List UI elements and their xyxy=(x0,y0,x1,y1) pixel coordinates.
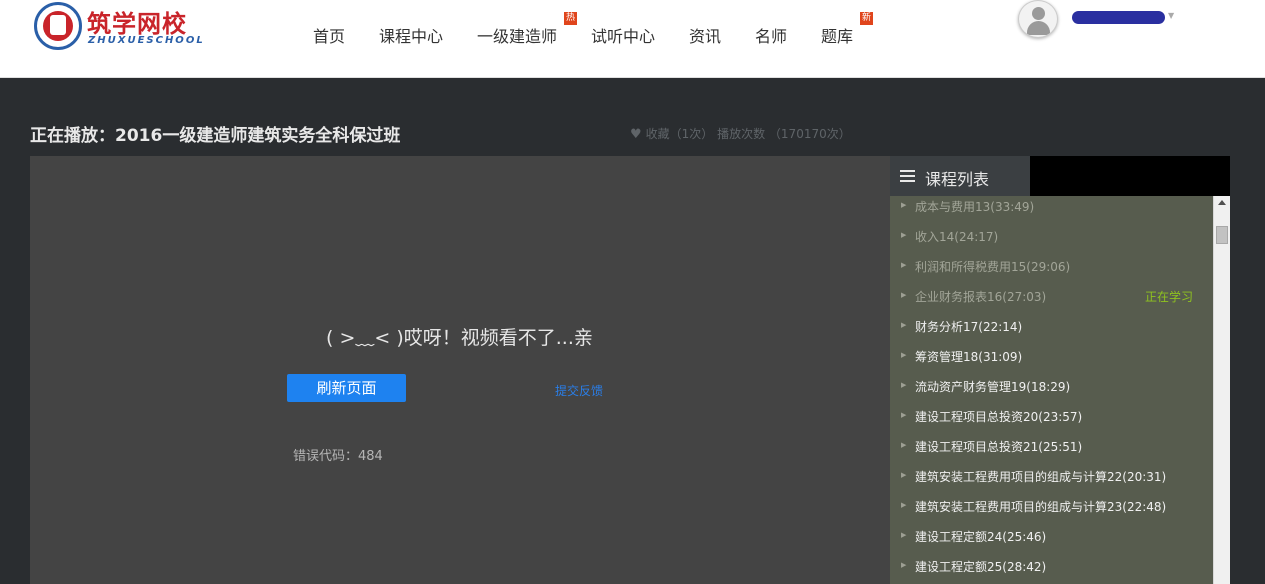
list-item-label: 建设工程项目总投资20(23:57) xyxy=(915,410,1083,424)
menu-icon xyxy=(900,170,915,182)
heart-icon[interactable]: ♥ xyxy=(630,127,642,142)
list-item[interactable]: ▶ 收入14(24:17) xyxy=(890,223,1212,253)
play-arrow-icon: ▶ xyxy=(901,321,907,329)
play-arrow-icon: ▶ xyxy=(901,291,907,299)
play-arrow-icon: ▶ xyxy=(901,351,907,359)
nav-item-constructor[interactable]: 一级建造师 xyxy=(477,23,557,47)
nav-item-home[interactable]: 首页 xyxy=(313,23,345,47)
stats-text: 收藏（1次） 播放次数 （170170次） xyxy=(645,127,851,141)
list-item[interactable]: ▶ 成本与费用13(33:49) xyxy=(890,196,1212,223)
site-logo[interactable]: 筑学网校 ZHUXUESCHOOL xyxy=(34,2,204,52)
nav-item-news[interactable]: 资讯 xyxy=(689,23,721,47)
list-item-label: 利润和所得税费用15(29:06) xyxy=(915,260,1071,274)
play-arrow-icon: ▶ xyxy=(901,501,907,509)
list-item[interactable]: ▶ 建设工程定额25(28:42) xyxy=(890,553,1212,583)
logo-emblem-icon xyxy=(34,2,82,50)
list-item[interactable]: ▶ 筹资管理18(31:09) xyxy=(890,343,1212,373)
scroll-up-arrow-icon[interactable] xyxy=(1218,200,1226,205)
user-avatar-icon[interactable] xyxy=(1018,0,1058,38)
list-item-label: 收入14(24:17) xyxy=(915,230,999,244)
play-arrow-icon: ▶ xyxy=(901,381,907,389)
list-item-label: 建筑安装工程费用项目的组成与计算22(20:31) xyxy=(915,470,1167,484)
list-item-label: 流动资产财务管理19(18:29) xyxy=(915,380,1071,394)
list-item[interactable]: ▶ 企业财务报表16(27:03) 正在学习 xyxy=(890,283,1212,313)
nav-item-questions[interactable]: 题库 xyxy=(821,23,853,47)
site-header: 筑学网校 ZHUXUESCHOOL 首页 课程中心 一级建造师 热 试听中心 资… xyxy=(0,0,1265,78)
course-list-header: 课程列表 xyxy=(890,156,1230,196)
list-item-label: 建设工程项目总投资21(25:51) xyxy=(915,440,1083,454)
logo-title: 筑学网校 xyxy=(87,10,187,38)
play-arrow-icon: ▶ xyxy=(901,441,907,449)
play-arrow-icon: ▶ xyxy=(901,261,907,269)
error-message: ( >﹏< )哎呀！视频看不了...亲 xyxy=(326,327,593,349)
list-item[interactable]: ▶ 财务分析17(22:14) xyxy=(890,313,1212,343)
list-item[interactable]: ▶ 建设工程项目总投资20(23:57) xyxy=(890,403,1212,433)
list-item-label: 建设工程定额25(28:42) xyxy=(915,560,1047,574)
play-arrow-icon: ▶ xyxy=(901,531,907,539)
username-redacted[interactable] xyxy=(1072,11,1165,24)
scrollbar-thumb[interactable] xyxy=(1216,226,1228,244)
course-list-title: 课程列表 xyxy=(925,170,990,189)
list-item[interactable]: ▶ 利润和所得税费用15(29:06) xyxy=(890,253,1212,283)
list-item-label: 建设工程定额24(25:46) xyxy=(915,530,1047,544)
list-item-label: 筹资管理18(31:09) xyxy=(915,350,1023,364)
course-list: ▶ 成本与费用13(33:49) ▶ 收入14(24:17) ▶ 利润和所得税费… xyxy=(890,196,1230,584)
nav-item-teachers[interactable]: 名师 xyxy=(755,23,787,47)
learning-status: 正在学习 xyxy=(1145,290,1194,304)
list-item-label: 企业财务报表16(27:03) xyxy=(915,290,1047,304)
hot-badge: 热 xyxy=(564,12,577,25)
list-item-label: 财务分析17(22:14) xyxy=(915,320,1023,334)
list-item[interactable]: ▶ 建设工程定额24(25:46) xyxy=(890,523,1212,553)
list-item-label: 成本与费用13(33:49) xyxy=(915,200,1035,214)
list-item[interactable]: ▶ 流动资产财务管理19(18:29) xyxy=(890,373,1212,403)
nav-item-courses[interactable]: 课程中心 xyxy=(379,23,443,47)
list-item[interactable]: ▶ 建设工程项目总投资21(25:51) xyxy=(890,433,1212,463)
play-arrow-icon: ▶ xyxy=(901,471,907,479)
error-code: 错误代码：484 xyxy=(293,449,383,464)
list-item-label: 建筑安装工程费用项目的组成与计算23(22:48) xyxy=(915,500,1167,514)
list-item[interactable]: ▶ 建筑安装工程费用项目的组成与计算23(22:48) xyxy=(890,493,1212,523)
play-arrow-icon: ▶ xyxy=(901,231,907,239)
new-badge: 新 xyxy=(860,12,873,25)
list-item[interactable]: ▶ 建筑安装工程费用项目的组成与计算22(20:31) xyxy=(890,463,1212,493)
play-arrow-icon: ▶ xyxy=(901,561,907,569)
course-list-tab[interactable]: 课程列表 xyxy=(890,156,1030,196)
nav-item-trial[interactable]: 试听中心 xyxy=(591,23,655,47)
course-list-scrollbar[interactable] xyxy=(1213,196,1230,584)
play-arrow-icon: ▶ xyxy=(901,411,907,419)
feedback-link[interactable]: 提交反馈 xyxy=(555,382,603,399)
page-title: 正在播放：2016一级建造师建筑实务全科保过班 xyxy=(30,126,401,146)
video-player[interactable]: ( >﹏< )哎呀！视频看不了...亲 刷新页面 提交反馈 错误代码：484 xyxy=(30,156,890,584)
chevron-down-icon[interactable]: ▼ xyxy=(1168,11,1174,20)
play-stats: ♥ 收藏（1次） 播放次数 （170170次） xyxy=(630,125,851,142)
refresh-button[interactable]: 刷新页面 xyxy=(287,374,406,402)
play-arrow-icon: ▶ xyxy=(901,201,907,209)
logo-subtitle: ZHUXUESCHOOL xyxy=(88,35,205,46)
